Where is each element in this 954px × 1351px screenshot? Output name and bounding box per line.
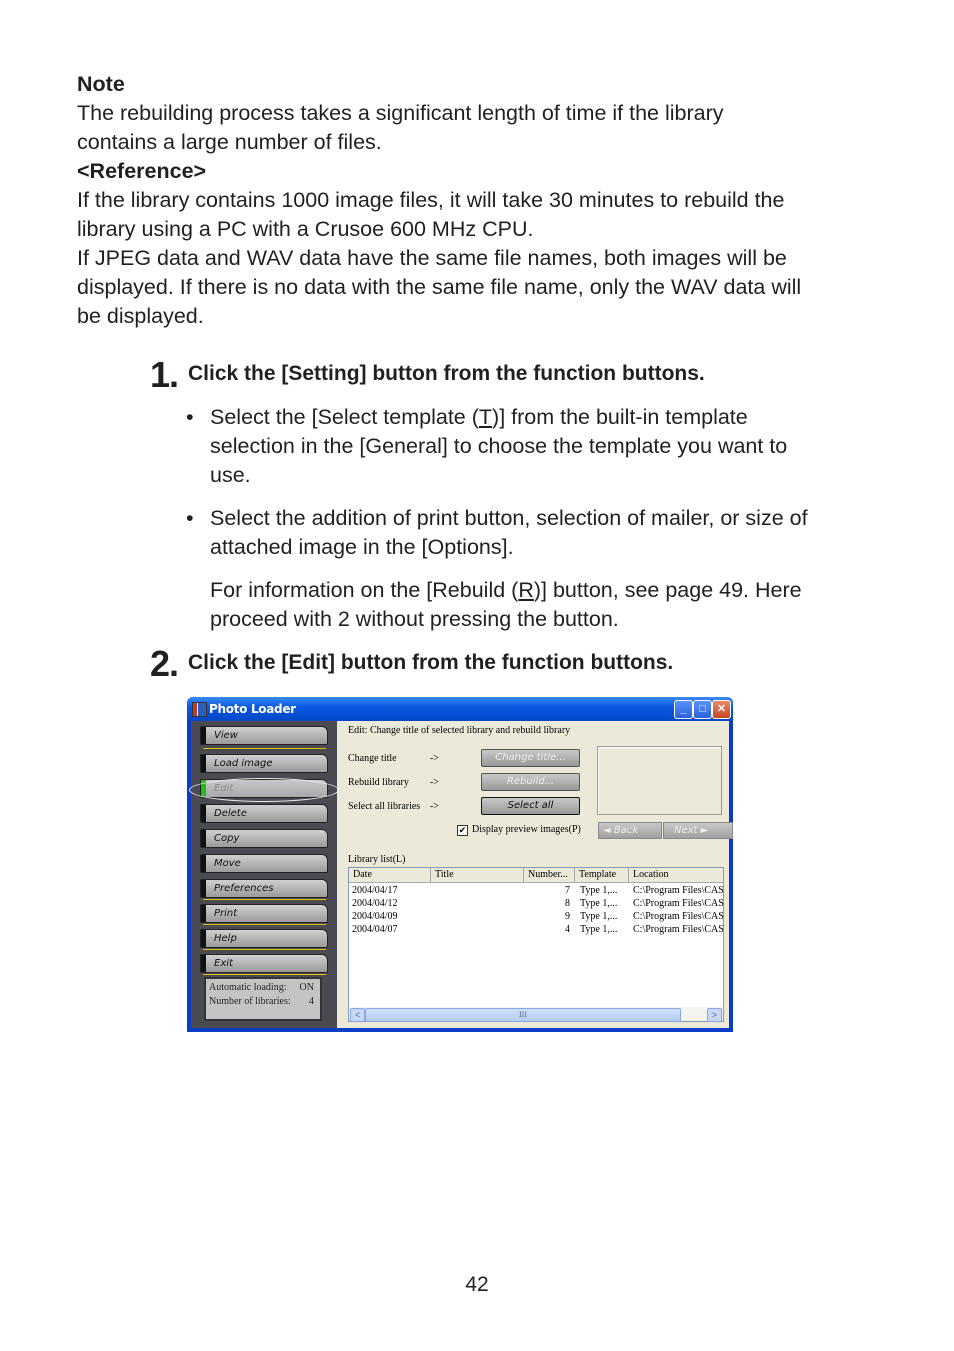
scroll-left-icon[interactable]: < xyxy=(350,1008,365,1022)
library-list-label: Library list(L) xyxy=(348,854,406,865)
note-line: The rebuilding process takes a significa… xyxy=(77,101,724,125)
preview-area xyxy=(597,746,722,815)
rebuild-button[interactable]: Rebuild... xyxy=(481,773,580,791)
table-row[interactable]: 2004/04/12 8 Type 1,... C:\Program Files… xyxy=(349,897,724,910)
view-button[interactable]: View xyxy=(200,726,328,745)
separator xyxy=(203,949,326,950)
select-all-button[interactable]: Select all xyxy=(481,797,580,815)
title-bar[interactable]: Photo Loader _ □ ✕ xyxy=(187,697,733,721)
edit-header: Edit: Change title of selected library a… xyxy=(348,725,571,736)
column-header-date[interactable]: Date xyxy=(349,868,431,882)
change-title-button[interactable]: Change title... xyxy=(481,749,580,767)
move-button[interactable]: Move xyxy=(200,854,328,873)
copy-button[interactable]: Copy xyxy=(200,829,328,848)
reference-line: If JPEG data and WAV data have the same … xyxy=(77,246,787,270)
auto-loading-value: ON xyxy=(299,982,314,993)
note-heading: Note xyxy=(77,72,125,96)
delete-button[interactable]: Delete xyxy=(200,804,328,823)
reference-line: If the library contains 1000 image files… xyxy=(77,188,785,212)
arrow: -> xyxy=(430,777,439,788)
table-row[interactable]: 2004/04/09 9 Type 1,... C:\Program Files… xyxy=(349,910,724,923)
window-title: Photo Loader xyxy=(209,702,296,716)
print-button[interactable]: Print xyxy=(200,904,328,923)
preferences-button[interactable]: Preferences xyxy=(200,879,328,898)
minimize-button[interactable]: _ xyxy=(674,700,693,719)
column-header-template[interactable]: Template xyxy=(575,868,629,882)
column-header-title[interactable]: Title xyxy=(431,868,524,882)
highlight-ellipse xyxy=(189,778,339,802)
column-header-location[interactable]: Location xyxy=(629,868,723,882)
horizontal-scrollbar[interactable]: < III > xyxy=(349,1007,723,1022)
separator xyxy=(203,899,326,900)
step-number: 2. xyxy=(150,643,179,684)
reference-line: displayed. If there is no data with the … xyxy=(77,275,802,299)
note-section: Note The rebuilding process takes a sign… xyxy=(77,70,877,331)
step-text: Click the [Edit] button from the functio… xyxy=(188,651,674,674)
edit-panel: Edit: Change title of selected library a… xyxy=(337,721,733,1028)
action-label: Select all libraries xyxy=(348,801,421,812)
maximize-button[interactable]: □ xyxy=(693,700,712,719)
separator xyxy=(203,974,326,975)
step-text: Click the [Setting] button from the func… xyxy=(188,362,705,385)
separator xyxy=(203,748,326,749)
photo-loader-window: Photo Loader _ □ ✕ View Load image Edit … xyxy=(187,697,733,1032)
function-buttons-panel: View Load image Edit Delete Copy Move Pr… xyxy=(189,721,339,1028)
num-libraries-value: 4 xyxy=(309,996,314,1007)
back-button[interactable]: ◄ Back xyxy=(598,822,662,839)
scroll-right-icon[interactable]: > xyxy=(707,1008,722,1022)
scroll-thumb[interactable]: III xyxy=(365,1008,681,1022)
preview-checkbox-label: Display preview images(P) xyxy=(472,824,581,835)
load-image-button[interactable]: Load image xyxy=(200,754,328,773)
bullet-item: • Select the [Select template (T)] from … xyxy=(186,405,788,487)
step-number: 1. xyxy=(150,354,179,395)
close-button[interactable]: ✕ xyxy=(712,700,731,719)
table-row[interactable]: 2004/04/17 7 Type 1,... C:\Program Files… xyxy=(349,884,724,897)
reference-line: be displayed. xyxy=(77,304,204,328)
table-row[interactable]: 2004/04/07 4 Type 1,... C:\Program Files… xyxy=(349,923,724,936)
help-button[interactable]: Help xyxy=(200,929,328,948)
action-label: Rebuild library xyxy=(348,777,409,788)
library-list[interactable]: Date Title Number... Template Location 2… xyxy=(348,867,724,1022)
next-button[interactable]: Next ► xyxy=(663,822,733,839)
note-line: contains a large number of files. xyxy=(77,130,382,154)
reference-line: library using a PC with a Crusoe 600 MHz… xyxy=(77,217,534,241)
preview-checkbox[interactable]: ✔ xyxy=(457,825,468,836)
action-label: Change title xyxy=(348,753,397,764)
status-box: Automatic loading: ON Number of libraries… xyxy=(204,977,322,1021)
page-number: 42 xyxy=(465,1273,489,1296)
reference-heading: <Reference> xyxy=(77,159,207,183)
exit-button[interactable]: Exit xyxy=(200,954,328,973)
info-paragraph: For information on the [Rebuild (R)] but… xyxy=(210,578,802,631)
app-icon xyxy=(192,702,207,717)
arrow: -> xyxy=(430,753,439,764)
column-header-number[interactable]: Number... xyxy=(524,868,575,882)
window-client: View Load image Edit Delete Copy Move Pr… xyxy=(189,721,733,1028)
separator xyxy=(203,924,326,925)
arrow: -> xyxy=(430,801,439,812)
bullet-item: • Select the addition of print button, s… xyxy=(186,506,808,559)
list-header: Date Title Number... Template Location xyxy=(349,868,723,883)
